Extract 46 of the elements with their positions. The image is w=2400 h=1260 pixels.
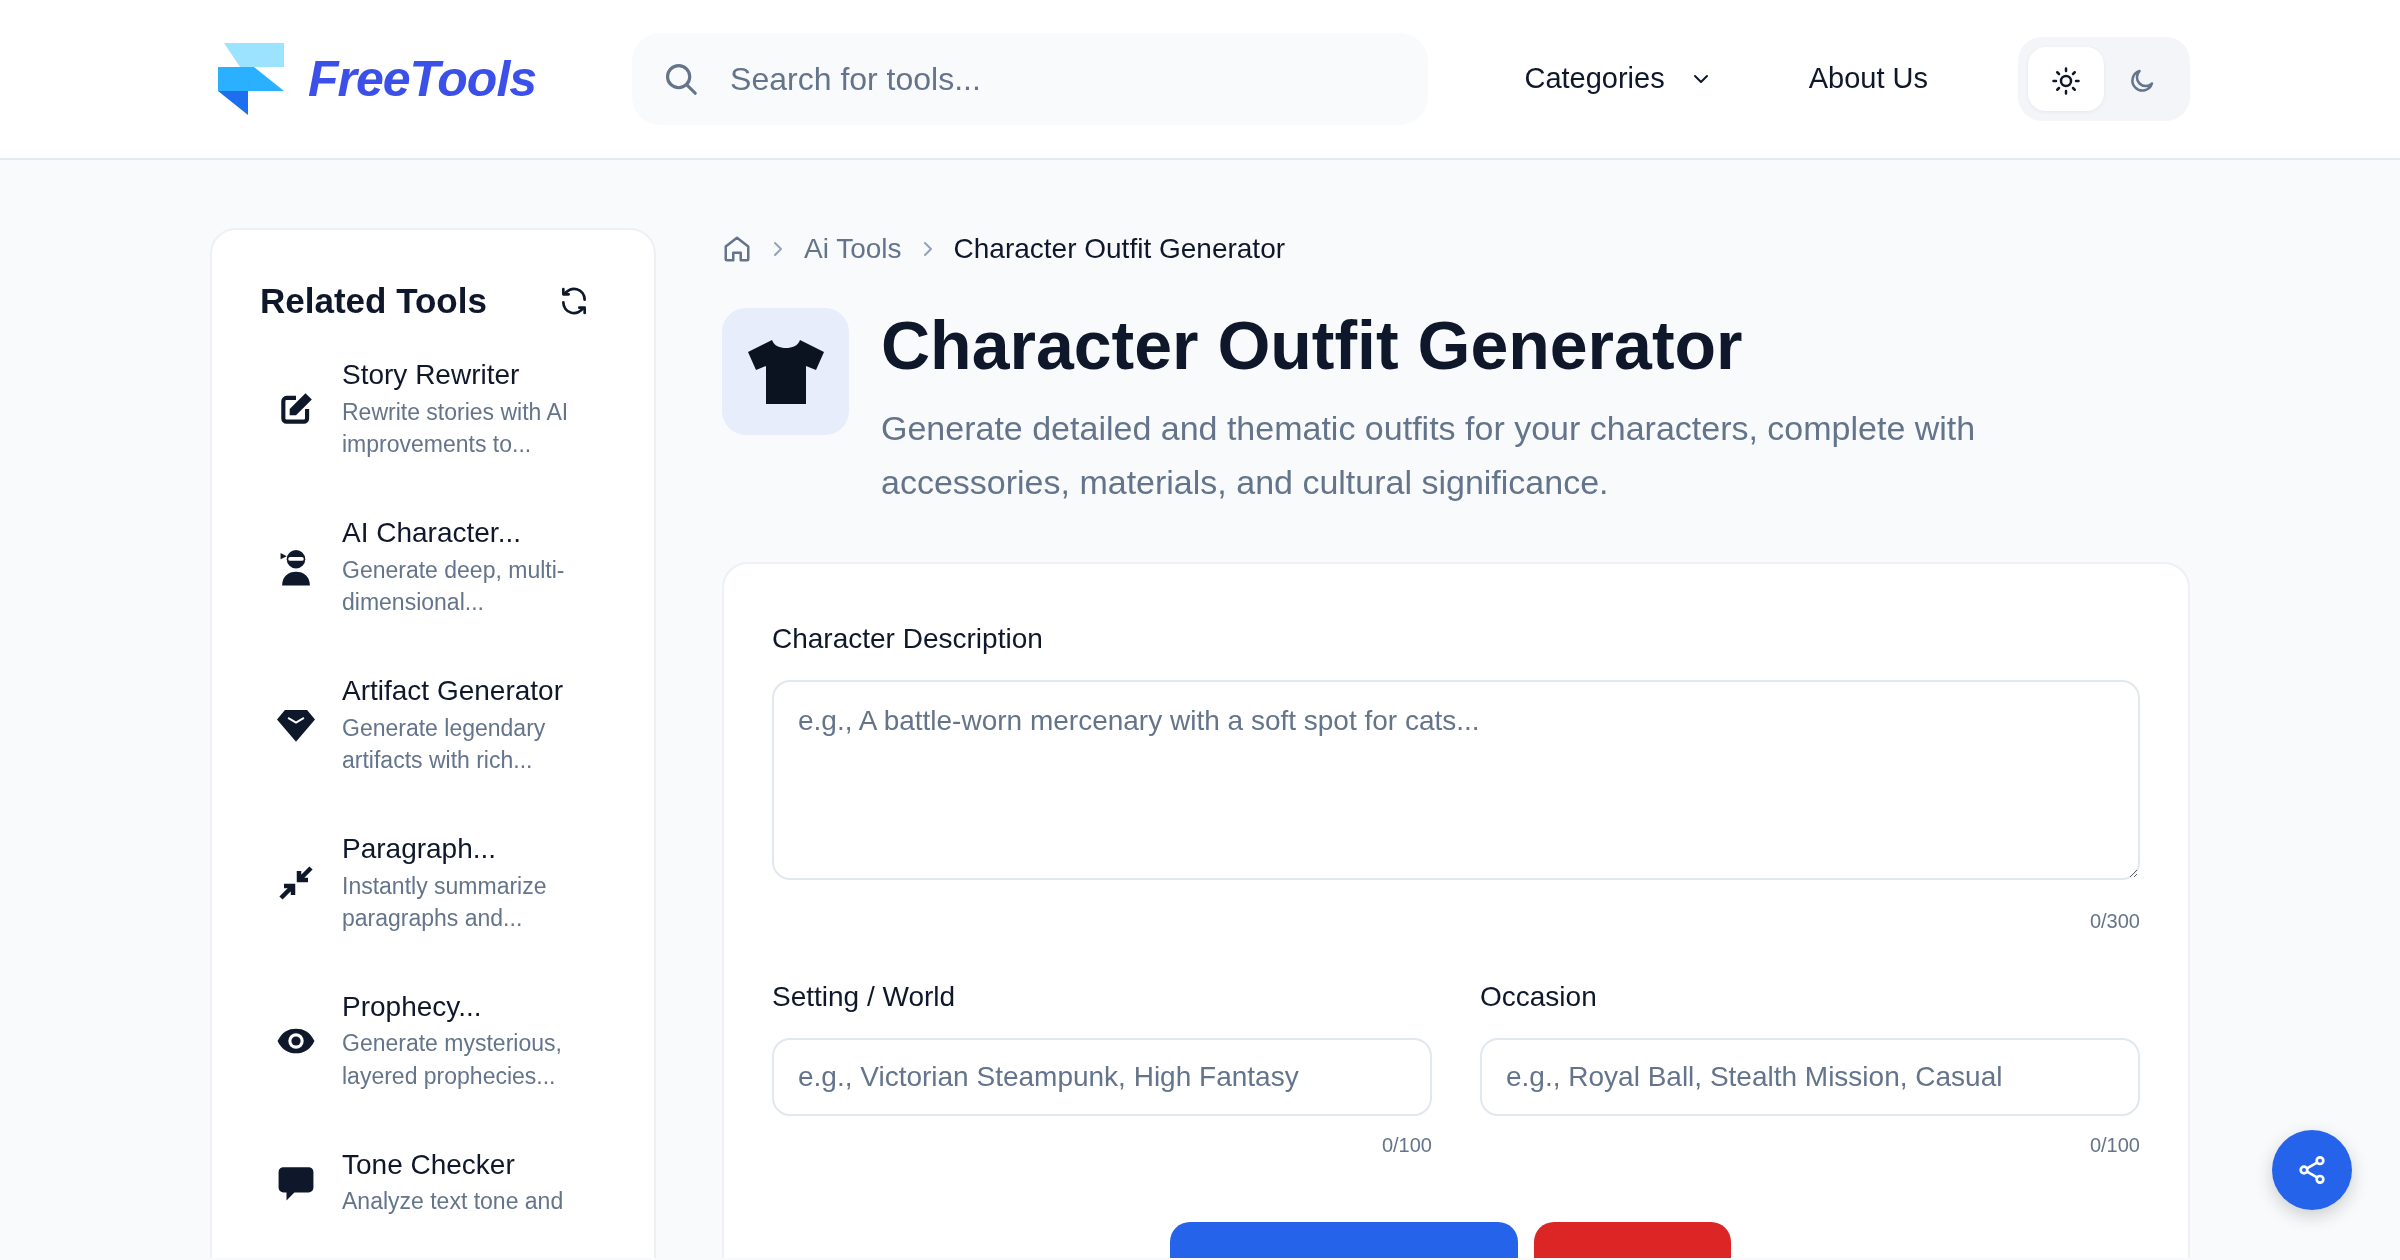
logo-icon (218, 43, 284, 115)
tool-description: Rewrite stories with AI improvements to... (342, 397, 570, 459)
search-field[interactable]: Search for tools... (632, 33, 1429, 125)
home-icon[interactable] (722, 234, 752, 264)
tool-title: Artifact Generator (342, 673, 564, 708)
input-field[interactable]: e.g., Royal Ball, Stealth Mission, Casual (1480, 1037, 2140, 1116)
share-icon (2296, 1154, 2328, 1186)
diamond-icon (277, 707, 315, 742)
related-tool-item[interactable]: Prophecy... Generate mysterious, layered prophecies... (276, 989, 604, 1092)
character-counter: 0/300 (2089, 908, 2140, 934)
nav-link[interactable]: About Us (1808, 57, 1928, 101)
tool-description: Instantly summarize paragraphs and... (342, 871, 548, 933)
tshirt-icon (747, 339, 824, 404)
character-counter: 0/100 (2089, 1132, 2140, 1158)
related-tool-item[interactable]: Artifact Generator Generate legendary artifacts with rich... (276, 673, 604, 776)
related-tool-item[interactable]: AI Character... Generate deep, multi-dimensional... (276, 515, 604, 618)
theme-toggle-button[interactable] (2028, 47, 2104, 111)
categories-dropdown[interactable]: Categories (1518, 56, 1719, 102)
tool-description: Analyze text tone and (342, 1187, 565, 1217)
input-field[interactable]: e.g., Victorian Steampunk, High Fantasy (772, 1037, 1432, 1116)
related-tool-item[interactable]: Paragraph... Instantly summarize paragraphs and... (276, 831, 604, 934)
field-label: Setting / World (772, 979, 957, 1014)
related-tool-item[interactable]: Story Rewriter Rewrite stories with AI improvements to... (276, 358, 604, 460)
field-label: Character Description (772, 621, 1044, 656)
sun-icon (2051, 65, 2081, 96)
compress-arrows-icon (278, 864, 314, 901)
description-textarea[interactable]: e.g., A battle-worn mercenary with a soft spot for cats... (772, 679, 2140, 880)
tool-title: Story Rewriter (342, 358, 521, 392)
logo-text: FreeTools (308, 49, 537, 109)
related-tool-item[interactable]: Tone Checker Analyze text tone and (276, 1147, 604, 1218)
tool-description: Generate legendary artifacts with rich... (342, 713, 547, 775)
tool-title: Prophecy... (342, 989, 483, 1024)
tool-description: Generate mysterious, layered prophecies... (342, 1029, 563, 1091)
share-button[interactable] (2272, 1130, 2352, 1210)
tool-title: AI Character... (342, 515, 522, 550)
page-title: Character Outfit Generator (881, 308, 1744, 383)
field-label: Occasion (1480, 979, 1598, 1014)
panel-title: Related Tools (260, 280, 487, 322)
character-counter: 0/100 (1381, 1132, 1432, 1158)
breadcrumb-current: Character Outfit Generator (953, 232, 1286, 266)
tool-title: Tone Checker (342, 1147, 516, 1182)
breadcrumb-link[interactable]: Ai Tools (804, 228, 902, 270)
page-subtitle: Generate detailed and thematic outfits for your characters, complete with accessories, materials, and cultural significance. (881, 407, 1977, 504)
tool-title: Paragraph... (342, 831, 498, 866)
person-icon (279, 547, 313, 586)
tool-description: Generate deep, multi-dimensional... (342, 555, 566, 617)
